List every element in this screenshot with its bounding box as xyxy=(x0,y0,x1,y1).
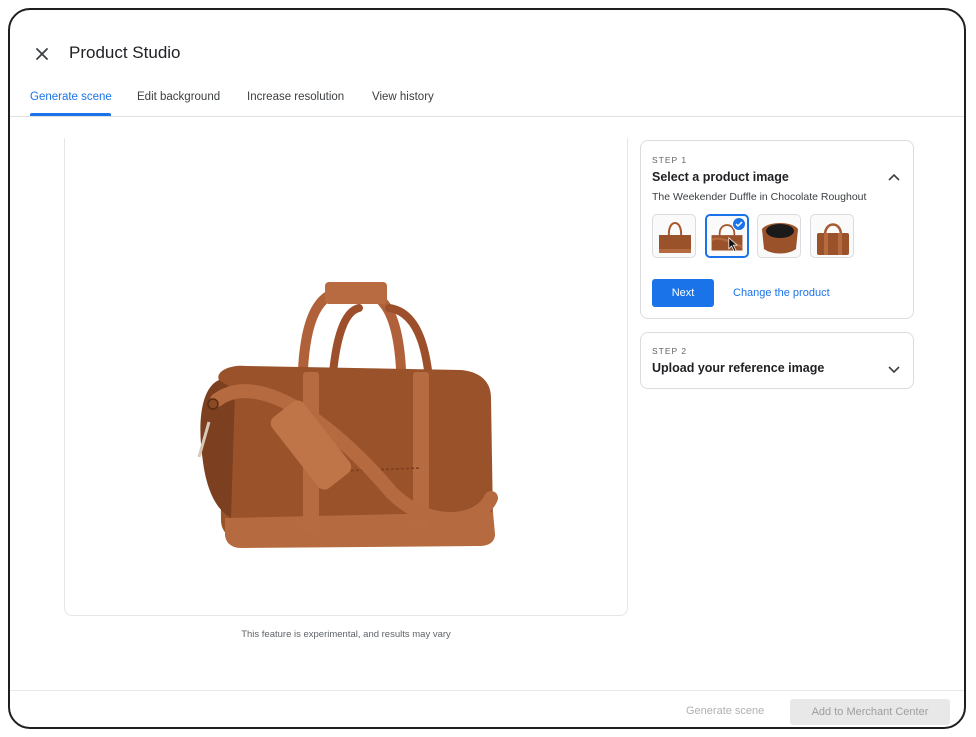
step-1-title: Select a product image xyxy=(652,170,789,184)
tab-increase-resolution[interactable]: Increase resolution xyxy=(247,91,344,103)
chevron-up-icon[interactable] xyxy=(887,171,901,185)
footer-bar: Generate scene Add to Merchant Center xyxy=(10,690,964,727)
close-icon[interactable] xyxy=(32,44,52,64)
step-1-card: STEP 1 Select a product image The Weeken… xyxy=(640,140,914,319)
step-1-label: STEP 1 xyxy=(652,155,688,165)
product-thumbnail-2-selected[interactable] xyxy=(705,214,749,258)
product-thumbnail-1[interactable] xyxy=(652,214,696,258)
bag-front-thumbnail-icon xyxy=(817,223,849,255)
tab-generate-scene[interactable]: Generate scene xyxy=(30,91,112,103)
product-thumbnail-3[interactable] xyxy=(757,214,801,258)
chevron-down-icon[interactable] xyxy=(887,362,901,376)
step-2-title: Upload your reference image xyxy=(652,361,825,375)
duffle-bag-image xyxy=(197,282,498,548)
image-canvas xyxy=(64,138,628,616)
add-to-merchant-center-button[interactable]: Add to Merchant Center xyxy=(790,699,950,725)
tab-edit-background[interactable]: Edit background xyxy=(137,91,220,103)
step-2-card[interactable]: STEP 2 Upload your reference image xyxy=(640,332,914,389)
bag-open-thumbnail-icon xyxy=(762,223,798,254)
bag-thumbnail-icon xyxy=(659,221,691,253)
active-tab-indicator xyxy=(30,113,111,116)
product-name: The Weekender Duffle in Chocolate Rougho… xyxy=(652,191,867,203)
generate-scene-button[interactable]: Generate scene xyxy=(686,705,764,717)
change-product-link[interactable]: Change the product xyxy=(733,287,830,299)
tab-view-history[interactable]: View history xyxy=(372,91,434,103)
product-thumbnail-4[interactable] xyxy=(810,214,854,258)
next-button[interactable]: Next xyxy=(652,279,714,307)
check-circle-icon xyxy=(732,217,746,231)
page-title: Product Studio xyxy=(69,43,181,62)
app-window: Product Studio Generate scene Edit backg… xyxy=(8,8,966,729)
experimental-disclaimer: This feature is experimental, and result… xyxy=(241,629,451,640)
tab-bar: Generate scene Edit background Increase … xyxy=(10,82,964,117)
step-2-label: STEP 2 xyxy=(652,346,688,356)
